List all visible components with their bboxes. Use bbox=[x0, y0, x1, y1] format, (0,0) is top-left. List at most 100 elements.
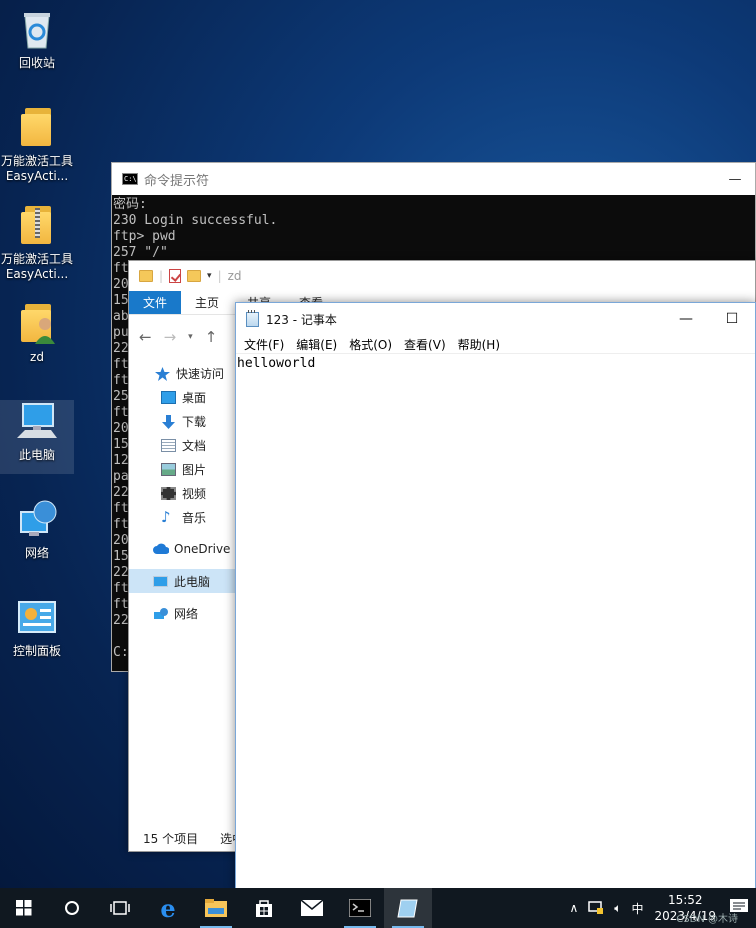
notepad-text-area[interactable]: helloworld bbox=[236, 354, 755, 373]
computer-icon bbox=[15, 400, 59, 444]
mail-button[interactable] bbox=[288, 888, 336, 928]
back-arrow-icon[interactable]: ← bbox=[139, 328, 152, 346]
onedrive-icon bbox=[153, 543, 170, 556]
start-button[interactable] bbox=[0, 888, 48, 928]
tab-file[interactable]: 文件 bbox=[129, 291, 182, 314]
search-icon bbox=[65, 901, 79, 915]
notepad-window[interactable]: 123 - 记事本 — ☐ 文件(F) 编辑(E) 格式(O) 查看(V) 帮助… bbox=[235, 302, 756, 890]
nav-item-network[interactable]: 网络 bbox=[129, 601, 235, 625]
download-icon bbox=[161, 414, 176, 429]
music-icon: ♪ bbox=[161, 507, 171, 526]
store-icon bbox=[256, 900, 272, 917]
properties-icon[interactable] bbox=[169, 269, 182, 283]
notepad-taskbar-button[interactable] bbox=[384, 888, 432, 928]
recent-locations-chevron-icon[interactable]: ▾ bbox=[188, 332, 193, 342]
nav-item-quick-access[interactable]: 快速访问 bbox=[129, 361, 235, 385]
edge-button[interactable]: e bbox=[144, 888, 192, 928]
video-icon bbox=[161, 486, 176, 500]
nav-item-desktop[interactable]: 桌面 bbox=[129, 385, 235, 409]
menu-help[interactable]: 帮助(H) bbox=[452, 336, 506, 353]
easyactivator-folder-label: 万能激活工具EasyActi... bbox=[0, 154, 73, 183]
nav-label: OneDrive bbox=[174, 542, 231, 556]
desktop-icon-recycle-bin[interactable]: 回收站 bbox=[0, 8, 74, 71]
file-explorer-icon bbox=[205, 899, 227, 917]
desktop-icon-control-panel[interactable]: 控制面板 bbox=[0, 596, 74, 659]
ime-indicator[interactable]: 中 bbox=[626, 900, 648, 917]
desktop-icon-easyactivator-zip[interactable]: 万能激活工具EasyActi... bbox=[0, 204, 74, 282]
cmd-minimize-button[interactable]: — bbox=[715, 172, 755, 187]
control-panel-icon bbox=[15, 596, 59, 640]
forward-arrow-icon[interactable]: → bbox=[164, 328, 177, 346]
nav-item-downloads[interactable]: 下载 bbox=[129, 409, 235, 433]
desktop-icon bbox=[161, 390, 176, 404]
show-hidden-icons-chevron-icon[interactable]: ∧ bbox=[564, 901, 583, 915]
cmd-taskbar-button[interactable] bbox=[336, 888, 384, 928]
store-button[interactable] bbox=[240, 888, 288, 928]
nav-label: 音乐 bbox=[182, 510, 207, 525]
cmd-title: 命令提示符 bbox=[144, 173, 210, 189]
network-label: 网络 bbox=[24, 546, 49, 560]
user-folder-icon bbox=[15, 302, 59, 346]
nav-item-this-pc[interactable]: 此电脑 bbox=[129, 569, 235, 593]
nav-label: 快速访问 bbox=[176, 366, 225, 381]
recycle-bin-icon bbox=[15, 8, 59, 52]
notepad-icon bbox=[397, 899, 418, 918]
customize-dropdown-icon[interactable]: ▾ bbox=[207, 271, 212, 281]
task-view-icon bbox=[110, 901, 130, 915]
nav-item-onedrive[interactable]: OneDrive bbox=[129, 537, 235, 561]
network-status-icon[interactable] bbox=[583, 900, 609, 917]
folder-icon[interactable] bbox=[139, 270, 153, 282]
nav-item-documents[interactable]: 文档 bbox=[129, 433, 235, 457]
menu-file[interactable]: 文件(F) bbox=[238, 336, 290, 353]
control-panel-label: 控制面板 bbox=[12, 644, 61, 658]
nav-label: 桌面 bbox=[182, 390, 207, 405]
nav-label: 文档 bbox=[182, 438, 207, 453]
cmd-output-line: 257 "/" bbox=[113, 245, 168, 260]
tab-home[interactable]: 主页 bbox=[181, 291, 233, 314]
computer-icon bbox=[153, 575, 168, 587]
easyactivator-zip-label: 万能激活工具EasyActi... bbox=[0, 252, 73, 281]
menu-format[interactable]: 格式(O) bbox=[343, 336, 398, 353]
cmd-output-line: 230 Login successful. bbox=[113, 213, 278, 228]
taskbar: e ∧ 🔈︎ 中 15:52 2023/4/19 CSDN @木诗 bbox=[0, 888, 756, 928]
zip-folder-icon bbox=[15, 204, 59, 248]
new-folder-icon[interactable] bbox=[187, 270, 202, 282]
nav-item-music[interactable]: ♪ 音乐 bbox=[129, 505, 235, 529]
notepad-menubar: 文件(F) 编辑(E) 格式(O) 查看(V) 帮助(H) bbox=[236, 335, 755, 354]
window-controls: — ☐ bbox=[663, 311, 755, 327]
nav-label: 下载 bbox=[182, 414, 207, 429]
notepad-titlebar[interactable]: 123 - 记事本 — ☐ bbox=[236, 303, 755, 335]
nav-label: 视频 bbox=[182, 486, 207, 501]
minimize-button[interactable]: — bbox=[663, 311, 709, 327]
explorer-quick-access-toolbar: | ▾ | zd bbox=[129, 261, 755, 291]
edge-icon: e bbox=[160, 893, 176, 923]
nav-item-pictures[interactable]: 图片 bbox=[129, 457, 235, 481]
desktop-icon-zd[interactable]: zd bbox=[0, 302, 74, 365]
explorer-navigation-pane: 快速访问 桌面 下载 文档 图片 视频 ♪ 音乐 OneDrive 此电脑 网络 bbox=[129, 361, 235, 625]
watermark: CSDN @木诗 bbox=[676, 914, 738, 925]
up-arrow-icon[interactable]: ↑ bbox=[205, 328, 218, 346]
desktop-icon-this-pc[interactable]: 此电脑 bbox=[0, 400, 74, 474]
desktop-icon-easyactivator-folder[interactable]: 万能激活工具EasyActi... bbox=[0, 106, 74, 184]
task-view-button[interactable] bbox=[96, 888, 144, 928]
cmd-output-line: 密码: bbox=[113, 197, 147, 212]
network-icon bbox=[15, 498, 59, 542]
volume-icon[interactable]: 🔈︎ bbox=[609, 901, 626, 916]
menu-view[interactable]: 查看(V) bbox=[398, 336, 452, 353]
search-button[interactable] bbox=[48, 888, 96, 928]
cmd-titlebar[interactable]: C:\ 命令提示符 — bbox=[112, 163, 755, 195]
nav-label: 此电脑 bbox=[174, 574, 211, 589]
cmd-app-icon: C:\ bbox=[122, 173, 138, 185]
menu-edit[interactable]: 编辑(E) bbox=[290, 336, 343, 353]
file-explorer-button[interactable] bbox=[192, 888, 240, 928]
item-count: 15 个项目 bbox=[143, 832, 199, 846]
this-pc-label: 此电脑 bbox=[18, 448, 55, 462]
maximize-button[interactable]: ☐ bbox=[709, 311, 755, 327]
desktop-icon-network[interactable]: 网络 bbox=[0, 498, 74, 561]
star-icon bbox=[155, 366, 170, 381]
recycle-bin-label: 回收站 bbox=[18, 56, 55, 70]
notepad-title: 123 - 记事本 bbox=[266, 312, 337, 327]
nav-item-videos[interactable]: 视频 bbox=[129, 481, 235, 505]
explorer-status-bar: 15 个项目 选中 bbox=[143, 830, 244, 847]
cmd-output-line: ftp> pwd bbox=[113, 229, 176, 244]
